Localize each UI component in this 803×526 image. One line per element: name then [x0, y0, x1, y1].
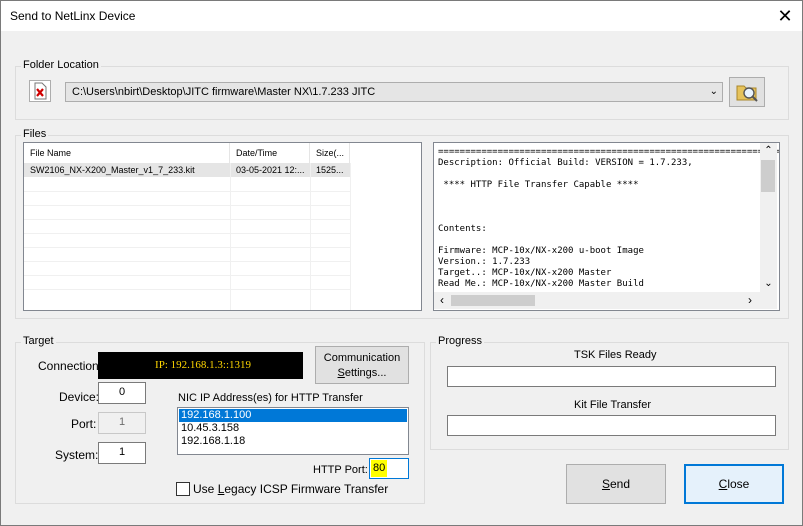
browse-folder-button[interactable] [729, 77, 765, 107]
scroll-right-icon[interactable]: › [742, 292, 758, 309]
description-line: Version.: 1.7.233 [438, 257, 531, 267]
progress-legend: Progress [436, 335, 485, 347]
description-line: **** HTTP File Transfer Capable **** [438, 180, 639, 190]
table-row[interactable]: SW2106_NX-X200_Master_v1_7_233.kit 03-05… [24, 163, 350, 177]
grid-line [24, 275, 350, 276]
column-header-size[interactable]: Size(... [310, 143, 350, 163]
folder-location-legend: Folder Location [21, 59, 101, 71]
send-button[interactable]: Send [566, 464, 666, 504]
nic-ip-listbox[interactable]: 192.168.1.100 10.45.3.158 192.168.1.18 [177, 407, 409, 455]
target-legend: Target [21, 335, 56, 347]
connection-value: IP: 192.168.1.3::1319 [155, 359, 251, 371]
legacy-icsp-checkbox[interactable] [176, 482, 190, 496]
device-label: Device: [59, 390, 100, 404]
description-line: Contents: [438, 224, 487, 234]
file-name-cell: SW2106_NX-X200_Master_v1_7_233.kit [30, 165, 195, 175]
connection-display: IP: 192.168.1.3::1319 [98, 352, 303, 379]
scroll-up-icon[interactable]: ⌃ [760, 143, 777, 159]
description-line: Firmware: MCP-10x/NX-x200 u-boot Image [438, 246, 644, 256]
scroll-down-icon[interactable]: ⌄ [760, 276, 777, 292]
grid-line [24, 289, 350, 290]
size-cell: 1525... [316, 165, 344, 175]
close-button[interactable]: Close [684, 464, 784, 504]
port-label: Port: [71, 417, 97, 431]
legacy-icsp-label[interactable]: Use Legacy ICSP Firmware Transfer [193, 482, 388, 496]
send-to-netlinx-dialog: Send to NetLinx Device ✕ Folder Location… [0, 0, 803, 526]
nic-ip-label: NIC IP Address(es) for HTTP Transfer [178, 392, 363, 404]
column-header-date-time[interactable]: Date/Time [230, 143, 310, 163]
nic-ip-item[interactable]: 192.168.1.100 [179, 409, 407, 422]
http-port-label: HTTP Port: [313, 464, 368, 476]
communication-settings-button[interactable]: Communication Settings... [315, 346, 409, 384]
status-strip [1, 517, 802, 525]
grid-line [24, 233, 350, 234]
tsk-files-progress-bar [447, 366, 776, 387]
date-time-cell: 03-05-2021 12:... [236, 165, 305, 175]
tsk-files-ready-label: TSK Files Ready [574, 349, 657, 361]
description-line: Read Me.: MCP-10x/NX-x200 Master Build [438, 279, 644, 289]
grid-line [24, 261, 350, 262]
description-line: Target..: MCP-10x/NX-x200 Master [438, 268, 612, 278]
folder-search-icon [736, 85, 758, 102]
comm-settings-line2: Settings... [337, 367, 387, 379]
file-description-textarea[interactable]: ========================================… [433, 142, 780, 311]
description-vertical-scrollbar[interactable]: ⌃ ⌄ [760, 143, 777, 292]
file-list[interactable]: File Name Date/Time Size(... SW2106_NX-X… [23, 142, 422, 311]
comm-settings-line1: Communication [323, 352, 401, 364]
window-close-icon[interactable]: ✕ [768, 1, 802, 31]
connection-label: Connection: [38, 359, 103, 373]
scroll-left-icon[interactable]: ‹ [434, 292, 450, 309]
grid-line [24, 247, 350, 248]
column-header-file-name[interactable]: File Name [24, 143, 230, 163]
files-legend: Files [21, 128, 49, 140]
system-field[interactable]: 1 [98, 442, 146, 464]
scroll-thumb[interactable] [761, 160, 775, 192]
device-field[interactable]: 0 [98, 382, 146, 404]
grid-line [24, 191, 350, 192]
http-port-field[interactable]: 80 [369, 458, 409, 479]
port-field: 1 [98, 412, 146, 434]
grid-line [310, 163, 311, 310]
grid-line [24, 219, 350, 220]
kit-file-transfer-label: Kit File Transfer [574, 399, 652, 411]
system-label: System: [55, 448, 99, 462]
horizontal-scroll-thumb[interactable] [451, 295, 535, 306]
http-port-value: 80 [371, 460, 388, 477]
description-line: Description: Official Build: VERSION = 1… [438, 158, 693, 168]
kit-file-progress-bar [447, 415, 776, 436]
title-bar: Send to NetLinx Device ✕ [1, 1, 802, 31]
scroll-corner [760, 292, 777, 309]
grid-line [350, 163, 351, 310]
nic-ip-item[interactable]: 10.45.3.158 [179, 422, 407, 435]
nic-ip-item[interactable]: 192.168.1.18 [179, 435, 407, 448]
description-horizontal-scrollbar[interactable]: ‹ › [434, 292, 760, 309]
window-title: Send to NetLinx Device [10, 9, 136, 23]
file-x-icon[interactable] [29, 80, 51, 102]
description-line: ========================================… [438, 147, 780, 157]
chevron-down-icon: ⌄ [709, 86, 718, 97]
folder-path-combobox[interactable]: C:\Users\nbirt\Desktop\JITC firmware\Mas… [65, 82, 723, 102]
grid-line [24, 205, 350, 206]
grid-line [230, 163, 231, 310]
folder-path-value: C:\Users\nbirt\Desktop\JITC firmware\Mas… [72, 86, 376, 98]
